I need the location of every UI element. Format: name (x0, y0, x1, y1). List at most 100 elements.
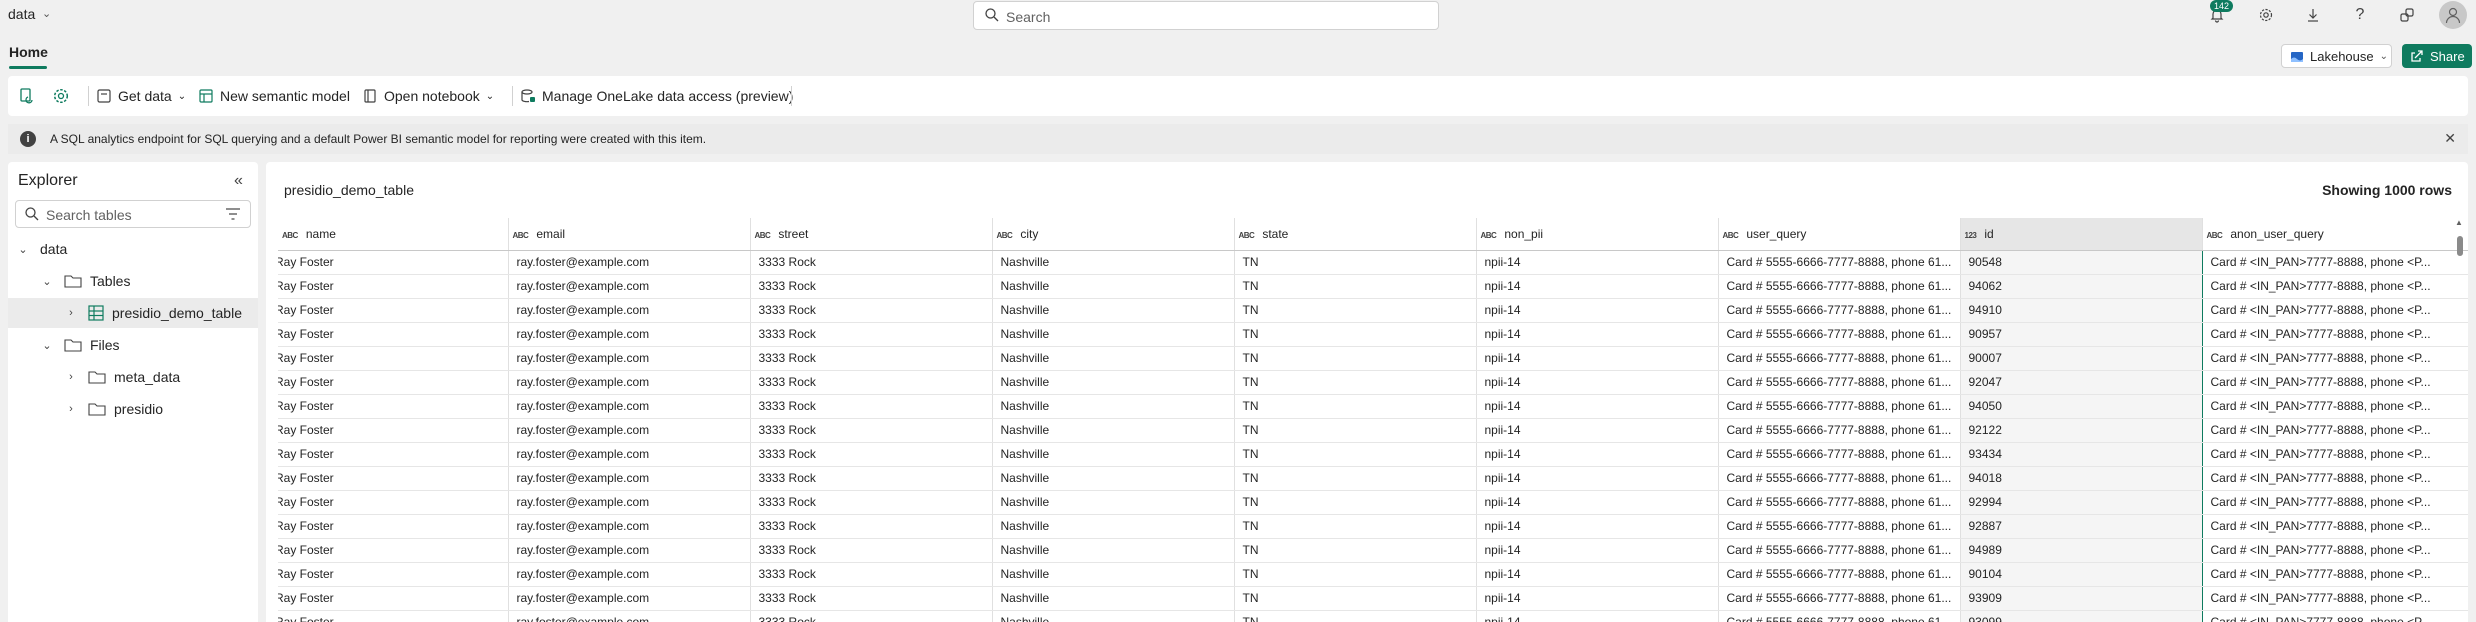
cell-anon-user-query[interactable]: Card # <IN_PAN>7777-8888, phone <P... (2202, 274, 2468, 299)
cell-state[interactable]: TN (1234, 370, 1477, 395)
cell-anon-user-query[interactable]: Card # <IN_PAN>7777-8888, phone <P... (2202, 250, 2468, 275)
cell-anon-user-query[interactable]: Card # <IN_PAN>7777-8888, phone <P... (2202, 346, 2468, 371)
tree-item-tables[interactable]: ⌄ Tables (8, 266, 258, 296)
table-row[interactable]: Ray Foster ray.foster@example.com 3333 Roc… (278, 442, 2468, 467)
cell-non-pii[interactable]: npii-14 (1476, 610, 1719, 622)
scroll-thumb[interactable] (2457, 236, 2463, 256)
tree-item-presidio[interactable]: › presidio (8, 394, 258, 424)
cell-name[interactable]: Ray Foster (278, 250, 509, 275)
collapse-panel-icon[interactable]: « (234, 172, 243, 190)
table-row[interactable]: Ray Foster ray.foster@example.com 3333 Roc… (278, 490, 2468, 515)
cell-non-pii[interactable]: npii-14 (1476, 418, 1719, 443)
cell-anon-user-query[interactable]: Card # <IN_PAN>7777-8888, phone <P... (2202, 370, 2468, 395)
cell-email[interactable]: ray.foster@example.com (508, 394, 751, 419)
chevron-down-icon[interactable]: ⌄ (42, 7, 51, 20)
cell-user-query[interactable]: Card # 5555-6666-7777-8888, phone 61... (1718, 298, 1961, 323)
cell-name[interactable]: Ray Foster (278, 466, 509, 491)
table-row[interactable]: Ray Foster ray.foster@example.com 3333 Roc… (278, 466, 2468, 491)
cell-non-pii[interactable]: npii-14 (1476, 322, 1719, 347)
cell-email[interactable]: ray.foster@example.com (508, 442, 751, 467)
cell-non-pii[interactable]: npii-14 (1476, 490, 1719, 515)
lakehouse-dropdown-button[interactable]: Lakehouse ⌄ (2281, 44, 2392, 68)
column-header-street[interactable]: ABC street (750, 218, 993, 251)
cell-city[interactable]: Nashville (992, 394, 1235, 419)
tab-home[interactable]: Home (9, 44, 48, 60)
cell-user-query[interactable]: Card # 5555-6666-7777-8888, phone 61... (1718, 322, 1961, 347)
cell-name[interactable]: Ray Foster (278, 610, 509, 622)
cell-email[interactable]: ray.foster@example.com (508, 586, 751, 611)
table-row[interactable]: Ray Foster ray.foster@example.com 3333 Roc… (278, 370, 2468, 395)
cell-city[interactable]: Nashville (992, 514, 1235, 539)
cell-street[interactable]: 3333 Rock (750, 538, 993, 563)
settings-gear-icon[interactable] (2254, 3, 2278, 27)
cell-state[interactable]: TN (1234, 250, 1477, 275)
cell-email[interactable]: ray.foster@example.com (508, 466, 751, 491)
cell-id[interactable]: 94062 (1959, 274, 2203, 299)
cell-non-pii[interactable]: npii-14 (1476, 442, 1719, 467)
cell-id[interactable]: 94910 (1959, 298, 2203, 323)
cell-city[interactable]: Nashville (992, 346, 1235, 371)
global-search[interactable]: Search (973, 1, 1439, 30)
cell-id[interactable]: 92122 (1959, 418, 2203, 443)
cell-user-query[interactable]: Card # 5555-6666-7777-8888, phone 61... (1718, 514, 1961, 539)
cell-user-query[interactable]: Card # 5555-6666-7777-8888, phone 61... (1718, 394, 1961, 419)
cell-email[interactable]: ray.foster@example.com (508, 250, 751, 275)
cell-email[interactable]: ray.foster@example.com (508, 538, 751, 563)
cell-street[interactable]: 3333 Rock (750, 346, 993, 371)
cell-id[interactable]: 94989 (1959, 538, 2203, 563)
cell-email[interactable]: ray.foster@example.com (508, 514, 751, 539)
cell-state[interactable]: TN (1234, 514, 1477, 539)
cell-city[interactable]: Nashville (992, 562, 1235, 587)
cell-name[interactable]: Ray Foster (278, 538, 509, 563)
cell-id[interactable]: 94018 (1959, 466, 2203, 491)
user-avatar[interactable] (2439, 1, 2467, 29)
cell-user-query[interactable]: Card # 5555-6666-7777-8888, phone 61... (1718, 538, 1961, 563)
cell-non-pii[interactable]: npii-14 (1476, 514, 1719, 539)
cell-anon-user-query[interactable]: Card # <IN_PAN>7777-8888, phone <P... (2202, 538, 2468, 563)
cell-street[interactable]: 3333 Rock (750, 370, 993, 395)
cell-name[interactable]: Ray Foster (278, 322, 509, 347)
cell-email[interactable]: ray.foster@example.com (508, 322, 751, 347)
cell-state[interactable]: TN (1234, 466, 1477, 491)
column-header-non-pii[interactable]: ABC non_pii (1476, 218, 1719, 251)
cell-non-pii[interactable]: npii-14 (1476, 370, 1719, 395)
table-row[interactable]: Ray Foster ray.foster@example.com 3333 Roc… (278, 298, 2468, 323)
cell-user-query[interactable]: Card # 5555-6666-7777-8888, phone 61... (1718, 274, 1961, 299)
cell-city[interactable]: Nashville (992, 322, 1235, 347)
open-notebook-button[interactable]: Open notebook ⌄ (362, 84, 494, 108)
cell-id[interactable]: 90957 (1959, 322, 2203, 347)
refresh-button[interactable] (18, 84, 36, 108)
cell-state[interactable]: TN (1234, 490, 1477, 515)
cell-id[interactable]: 92887 (1959, 514, 2203, 539)
share-button[interactable]: Share (2402, 44, 2472, 68)
cell-city[interactable]: Nashville (992, 250, 1235, 275)
cell-anon-user-query[interactable]: Card # <IN_PAN>7777-8888, phone <P... (2202, 586, 2468, 611)
column-header-anon-user-query[interactable]: ABC anon_user_query (2202, 218, 2468, 251)
cell-name[interactable]: Ray Foster (278, 514, 509, 539)
cell-id[interactable]: 92047 (1959, 370, 2203, 395)
cell-street[interactable]: 3333 Rock (750, 490, 993, 515)
cell-email[interactable]: ray.foster@example.com (508, 370, 751, 395)
get-data-button[interactable]: Get data ⌄ (96, 84, 186, 108)
cell-name[interactable]: Ray Foster (278, 562, 509, 587)
cell-name[interactable]: Ray Foster (278, 346, 509, 371)
cell-user-query[interactable]: Card # 5555-6666-7777-8888, phone 61... (1718, 418, 1961, 443)
column-header-id[interactable]: 123 id (1960, 218, 2203, 251)
table-row[interactable]: Ray Foster ray.foster@example.com 3333 Roc… (278, 538, 2468, 563)
settings-button[interactable] (52, 84, 70, 108)
cell-email[interactable]: ray.foster@example.com (508, 610, 751, 622)
cell-id[interactable]: 93909 (1959, 586, 2203, 611)
tree-item-data-root[interactable]: ⌄ data (8, 234, 258, 264)
new-semantic-model-button[interactable]: New semantic model (198, 84, 350, 108)
table-row[interactable]: Ray Foster ray.foster@example.com 3333 Roc… (278, 346, 2468, 371)
cell-city[interactable]: Nashville (992, 442, 1235, 467)
cell-state[interactable]: TN (1234, 418, 1477, 443)
cell-email[interactable]: ray.foster@example.com (508, 298, 751, 323)
cell-non-pii[interactable]: npii-14 (1476, 466, 1719, 491)
cell-state[interactable]: TN (1234, 274, 1477, 299)
cell-name[interactable]: Ray Foster (278, 394, 509, 419)
column-header-user-query[interactable]: ABC user_query (1718, 218, 1961, 251)
cell-city[interactable]: Nashville (992, 610, 1235, 622)
cell-non-pii[interactable]: npii-14 (1476, 274, 1719, 299)
cell-street[interactable]: 3333 Rock (750, 250, 993, 275)
